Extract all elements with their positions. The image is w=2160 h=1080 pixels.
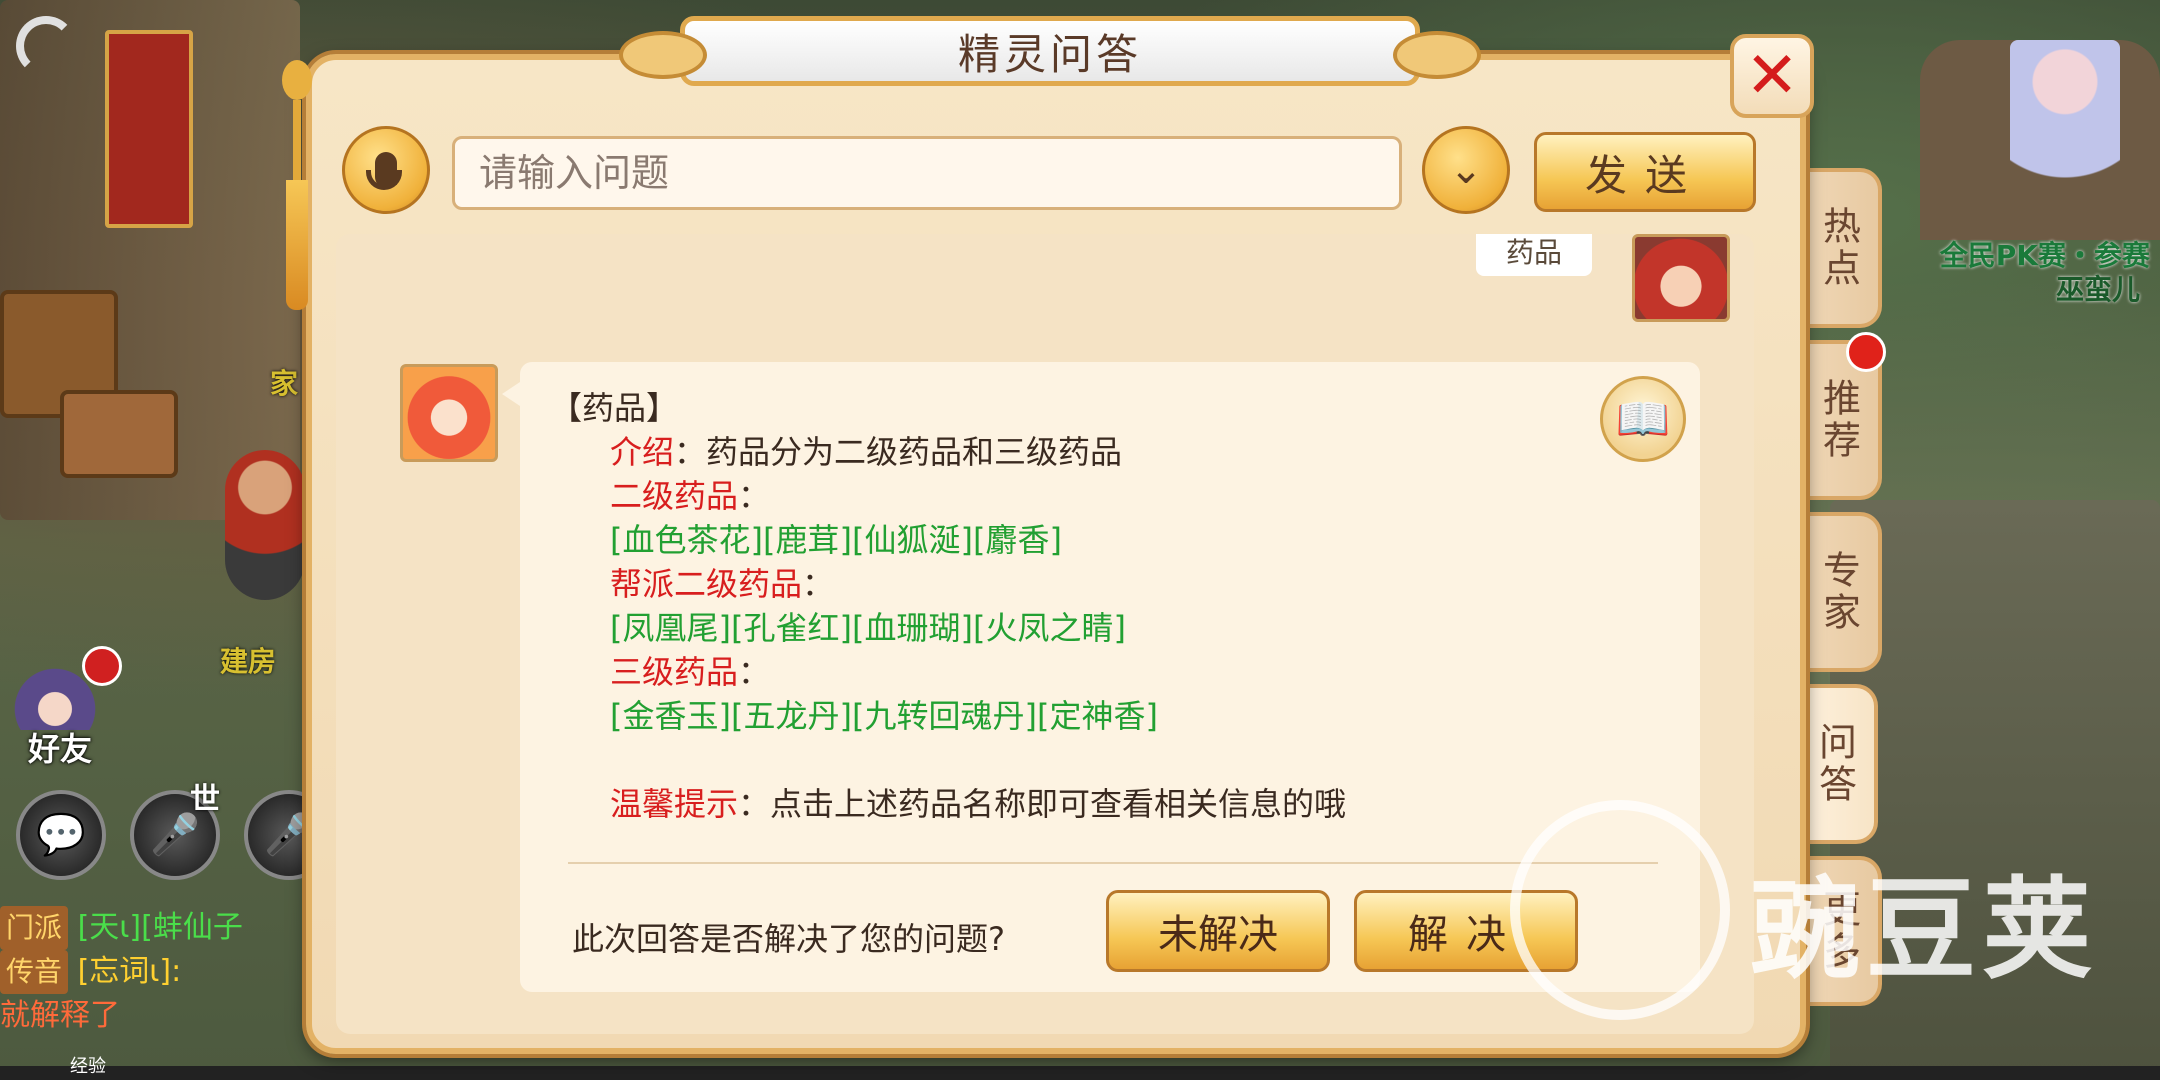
npc-guard-figure[interactable]: [225, 450, 305, 600]
intro-line: 介绍：药品分为二级药品和三级药品: [550, 430, 1346, 474]
chat-button[interactable]: 💬: [16, 790, 106, 880]
divider: [568, 862, 1658, 864]
spirit-avatar: [400, 364, 498, 462]
level2-label: 二级药品: [610, 477, 739, 515]
colon: ：: [674, 433, 707, 471]
tab-label: 专家: [1816, 550, 1861, 634]
send-button[interactable]: 发送: [1534, 132, 1756, 212]
guild-level2-heading: 帮派二级药品：: [550, 562, 1346, 606]
microphone-icon: 🎤: [150, 812, 200, 858]
chevron-down-icon: ⌄: [1449, 147, 1483, 193]
question-input[interactable]: [452, 136, 1402, 210]
medicine-link[interactable]: [血珊瑚]: [852, 609, 973, 647]
npc-name: 巫蛮儿: [2055, 273, 2140, 306]
chat-log[interactable]: 门派 [天ι][蚌仙子 传音 [忘词ι]: 就解释了: [0, 906, 300, 1038]
medicine-link[interactable]: [孔雀红]: [731, 609, 852, 647]
tab-label: 问答: [1812, 722, 1857, 806]
loading-spinner-icon: [16, 16, 76, 76]
close-icon: ✕: [1745, 39, 1799, 113]
npc-fairy-figure[interactable]: [2010, 40, 2120, 230]
medicine-link[interactable]: [血色茶花]: [610, 521, 763, 559]
voice-input-button[interactable]: [342, 126, 430, 214]
medicine-link[interactable]: [凤凰尾]: [610, 609, 731, 647]
chat-line: 传音 [忘词ι]:: [0, 950, 300, 994]
level2-heading: 二级药品：: [550, 474, 1346, 518]
red-banner: [105, 30, 193, 228]
microphone-icon: [366, 152, 402, 190]
medicine-link[interactable]: [定神香]: [1037, 697, 1158, 735]
close-button[interactable]: ✕: [1730, 34, 1814, 118]
guild-level2-label: 帮派二级药品: [610, 565, 803, 603]
answer-content: 【药品】 介绍：药品分为二级药品和三级药品 二级药品： [血色茶花][鹿茸][仙…: [550, 386, 1346, 826]
world-channel-tag: 世: [190, 782, 220, 817]
chat-channel-tag: 传音: [0, 950, 69, 994]
tab-label: 热点: [1816, 206, 1861, 290]
resolved-button[interactable]: 解决: [1354, 890, 1578, 972]
friends-label: 好友: [27, 730, 92, 768]
user-avatar: [1632, 234, 1730, 322]
intro-text: 药品分为二级药品和三级药品: [706, 433, 1123, 471]
answer-heading: 【药品】: [550, 389, 679, 427]
recommend-notification-dot: [1846, 332, 1886, 372]
build-house-label: 建房: [220, 645, 277, 678]
guild-level2-items: [凤凰尾][孔雀红][血珊瑚][火凤之睛]: [550, 606, 1346, 650]
tip-line: 温馨提示：点击上述药品名称即可查看相关信息的哦: [550, 782, 1346, 826]
level2-items: [血色茶花][鹿茸][仙狐涎][麝香]: [550, 518, 1346, 562]
medicine-link[interactable]: [金香玉]: [610, 697, 731, 735]
chat-text: [天ι][蚌仙子: [77, 910, 243, 945]
medicine-link[interactable]: [九转回魂丹]: [852, 697, 1037, 735]
tab-label: 更多: [1816, 889, 1861, 973]
tab-qa[interactable]: 问答: [1796, 684, 1878, 844]
level3-heading: 三级药品：: [550, 650, 1346, 694]
answer-bubble: 📖 【药品】 介绍：药品分为二级药品和三级药品 二级药品： [血色茶花][鹿茸]…: [502, 362, 1700, 992]
tab-more[interactable]: 更多: [1800, 856, 1882, 1006]
experience-label: 经验: [70, 1056, 106, 1077]
medicine-link[interactable]: [仙狐涎]: [852, 521, 973, 559]
wooden-box: [60, 390, 178, 478]
medicine-link[interactable]: [火凤之睛]: [973, 609, 1126, 647]
intro-label: 介绍: [610, 433, 675, 471]
tip-label: 温馨提示: [610, 785, 739, 823]
tip-text: 点击上述药品名称即可查看相关信息的哦: [770, 785, 1347, 823]
level3-items: [金香玉][五龙丹][九转回魂丹][定神香]: [550, 694, 1346, 738]
history-dropdown-button[interactable]: ⌄: [1422, 126, 1510, 214]
tab-expert[interactable]: 专家: [1800, 512, 1882, 672]
medicine-link[interactable]: [五龙丹]: [731, 697, 852, 735]
medicine-link[interactable]: [麝香]: [973, 521, 1062, 559]
colon: ：: [738, 785, 771, 823]
book-icon[interactable]: 📖: [1600, 376, 1686, 462]
tab-label: 推荐: [1816, 378, 1861, 462]
chat-text: 就解释了: [0, 998, 120, 1033]
dialog-title: 精灵问答: [957, 29, 1142, 79]
medicine-link[interactable]: [鹿茸]: [763, 521, 852, 559]
unresolved-button[interactable]: 未解决: [1106, 890, 1330, 972]
level3-label: 三级药品: [610, 653, 739, 691]
friends-notification-dot: [82, 646, 122, 686]
chat-channel-tag: 门派: [0, 906, 69, 950]
home-label: 家: [270, 367, 299, 400]
experience-bar: [0, 1066, 2160, 1080]
colon: ：: [802, 565, 835, 603]
feedback-question: 此次回答是否解决了您的问题?: [572, 920, 1005, 958]
chat-bubble-icon: 💬: [36, 812, 86, 858]
qa-conversation-area[interactable]: 药品 📖 【药品】 介绍：药品分为二级药品和三级药品 二级药品： [血色茶花][…: [336, 234, 1754, 1034]
tab-hot[interactable]: 热点: [1800, 168, 1882, 328]
chat-text: [忘词ι]:: [77, 954, 182, 989]
colon: ：: [738, 477, 771, 515]
colon: ：: [738, 653, 771, 691]
chat-line: 门派 [天ι][蚌仙子: [0, 906, 300, 950]
tassel-decoration: [282, 60, 312, 330]
chat-line: 就解释了: [0, 994, 300, 1038]
user-message-bubble: 药品: [1476, 234, 1592, 276]
dialog-title-plate: 精灵问答: [619, 16, 1481, 86]
